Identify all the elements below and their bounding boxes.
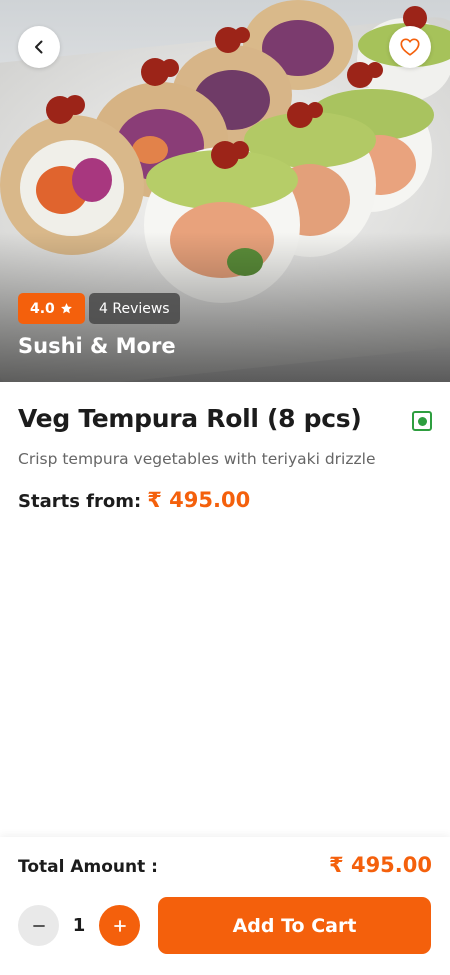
add-to-cart-label: Add To Cart [232,914,357,937]
price-value: ₹ 495.00 [147,488,251,512]
total-amount-label: Total Amount : [18,857,158,877]
restaurant-name: Sushi & More [18,334,176,358]
veg-dot [417,416,427,426]
hero-image: 4.0 4 Reviews Sushi & More [0,0,450,382]
veg-indicator-icon [412,411,432,431]
price-label: Starts from: [18,491,142,512]
quantity-increase-button[interactable] [99,905,140,946]
reviews-count: 4 Reviews [99,300,170,317]
plus-icon [113,919,126,932]
total-amount-value: ₹ 495.00 [329,853,432,877]
heart-icon [400,38,420,56]
quantity-value: 1 [72,915,86,936]
minus-icon [32,924,45,927]
rating-value: 4.0 [30,300,55,317]
favorite-button[interactable] [389,26,431,68]
add-to-cart-button[interactable]: Add To Cart [158,897,431,954]
item-title: Veg Tempura Roll (8 pcs) [18,404,362,433]
chevron-left-icon [35,40,43,54]
back-button[interactable] [18,26,60,68]
price-row: Starts from: ₹ 495.00 [18,488,250,512]
reviews-badge[interactable]: 4 Reviews [89,293,180,324]
star-icon [60,303,72,314]
rating-badge: 4.0 [18,293,85,324]
item-description: Crisp tempura vegetables with teriyaki d… [18,450,376,468]
cart-footer: Total Amount : ₹ 495.00 1 Add To Cart [0,837,450,975]
quantity-decrease-button[interactable] [18,905,59,946]
